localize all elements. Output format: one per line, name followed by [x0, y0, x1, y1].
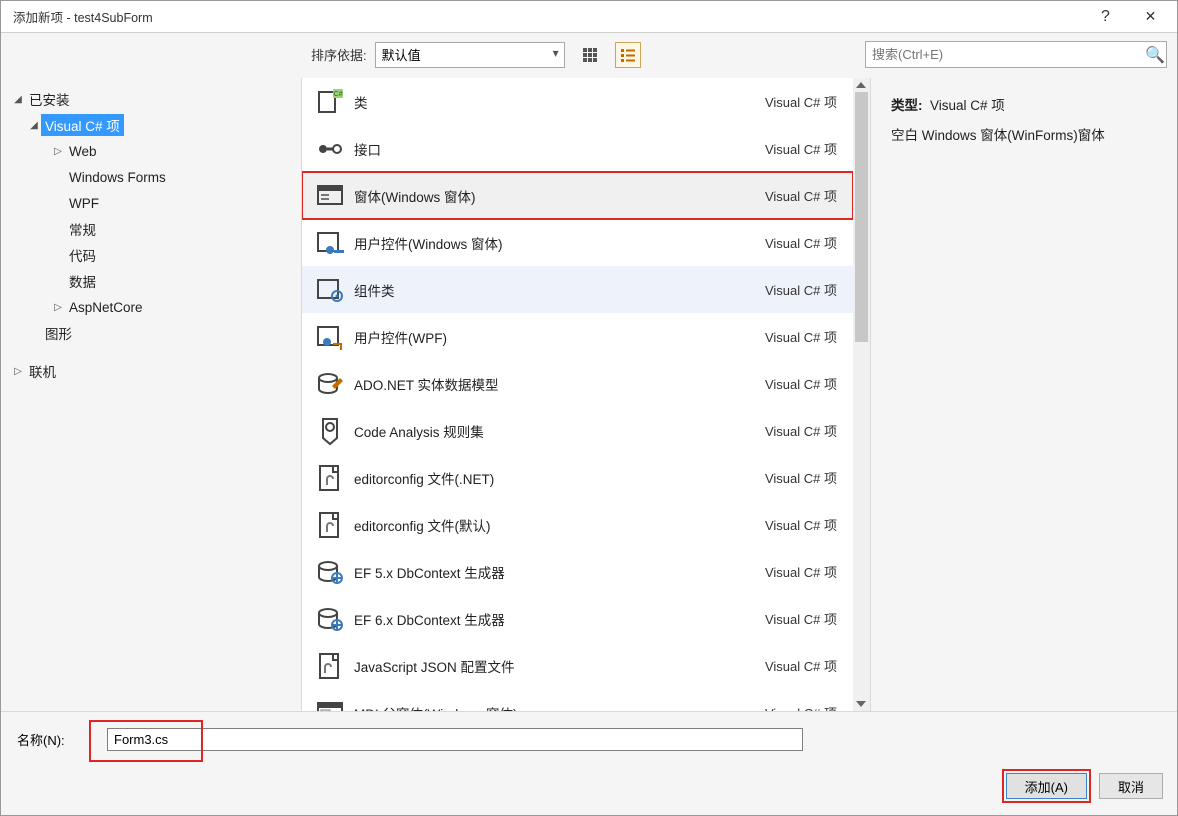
- category-tree[interactable]: ◢已安装 ◢Visual C# 项 ▷Web Windows Forms WPF…: [1, 78, 301, 711]
- sort-value[interactable]: 默认值: [375, 42, 565, 68]
- sort-select[interactable]: 默认值: [375, 42, 565, 68]
- item-icon: [306, 181, 354, 211]
- item-label: editorconfig 文件(.NET): [354, 468, 765, 488]
- template-list[interactable]: C#类Visual C# 项接口Visual C# 项窗体(Windows 窗体…: [302, 78, 853, 711]
- name-input[interactable]: [107, 728, 803, 751]
- bottom-bar: 名称(N): 添加(A) 取消: [1, 711, 1177, 815]
- info-description: 空白 Windows 窗体(WinForms)窗体: [891, 124, 1157, 144]
- item-icon: [306, 134, 354, 164]
- item-icon: [306, 275, 354, 305]
- item-tag: Visual C# 项: [765, 421, 837, 440]
- toolbar: 排序依据: 默认值 🔍: [1, 33, 1177, 78]
- item-label: JavaScript JSON 配置文件: [354, 656, 765, 676]
- add-button[interactable]: 添加(A): [1006, 773, 1087, 799]
- list-item[interactable]: editorconfig 文件(.NET)Visual C# 项: [302, 454, 853, 501]
- item-label: editorconfig 文件(默认): [354, 515, 765, 535]
- search-input[interactable]: [866, 45, 1144, 64]
- item-label: Code Analysis 规则集: [354, 421, 765, 441]
- tree-code[interactable]: 代码: [7, 242, 295, 268]
- list-item[interactable]: 窗体(Windows 窗体)Visual C# 项: [302, 172, 853, 219]
- item-icon: [306, 651, 354, 681]
- item-label: 用户控件(Windows 窗体): [354, 233, 765, 253]
- cancel-button[interactable]: 取消: [1099, 773, 1163, 799]
- item-label: EF 5.x DbContext 生成器: [354, 562, 765, 582]
- tree-web[interactable]: ▷Web: [7, 138, 295, 164]
- view-grid-button[interactable]: [577, 42, 603, 68]
- sort-label: 排序依据:: [311, 45, 367, 64]
- template-list-pane: C#类Visual C# 项接口Visual C# 项窗体(Windows 窗体…: [301, 78, 871, 711]
- list-icon: [621, 48, 635, 62]
- item-label: 组件类: [354, 280, 765, 300]
- item-icon: [306, 228, 354, 258]
- item-tag: Visual C# 项: [765, 233, 837, 252]
- item-label: EF 6.x DbContext 生成器: [354, 609, 765, 629]
- tree-installed[interactable]: ◢已安装: [7, 86, 295, 112]
- item-icon: [306, 698, 354, 712]
- dialog-window: 添加新项 - test4SubForm ? ✕ 排序依据: 默认值 🔍: [0, 0, 1178, 816]
- item-icon: [306, 557, 354, 587]
- view-list-button[interactable]: [615, 42, 641, 68]
- info-panel: 类型: Visual C# 项 空白 Windows 窗体(WinForms)窗…: [871, 78, 1177, 711]
- grid-icon: [583, 48, 597, 62]
- list-item[interactable]: ADO.NET 实体数据模型Visual C# 项: [302, 360, 853, 407]
- item-label: 用户控件(WPF): [354, 327, 765, 347]
- info-type-value: Visual C# 项: [930, 98, 1005, 113]
- item-label: ADO.NET 实体数据模型: [354, 374, 765, 394]
- search-icon[interactable]: 🔍: [1144, 45, 1166, 65]
- tree-general[interactable]: 常规: [7, 216, 295, 242]
- list-item[interactable]: 组件类Visual C# 项: [302, 266, 853, 313]
- tree-vcsharp[interactable]: ◢Visual C# 项: [7, 112, 295, 138]
- item-tag: Visual C# 项: [765, 656, 837, 675]
- item-tag: Visual C# 项: [765, 374, 837, 393]
- info-type-label: 类型:: [891, 98, 923, 113]
- close-button[interactable]: ✕: [1128, 1, 1173, 32]
- tree-graphics[interactable]: 图形: [7, 320, 295, 346]
- item-tag: Visual C# 项: [765, 609, 837, 628]
- help-button[interactable]: ?: [1083, 1, 1128, 32]
- list-item[interactable]: editorconfig 文件(默认)Visual C# 项: [302, 501, 853, 548]
- item-icon: [306, 604, 354, 634]
- list-item[interactable]: 用户控件(Windows 窗体)Visual C# 项: [302, 219, 853, 266]
- item-tag: Visual C# 项: [765, 562, 837, 581]
- item-tag: Visual C# 项: [765, 468, 837, 487]
- item-icon: C#: [306, 87, 354, 117]
- item-tag: Visual C# 项: [765, 186, 837, 205]
- item-icon: [306, 463, 354, 493]
- item-tag: Visual C# 项: [765, 703, 837, 711]
- scrollbar-thumb[interactable]: [855, 92, 868, 342]
- list-item[interactable]: MDI 父窗体(Windows 窗体)Visual C# 项: [302, 689, 853, 711]
- item-tag: Visual C# 项: [765, 280, 837, 299]
- search-box[interactable]: 🔍: [865, 41, 1167, 68]
- list-item[interactable]: 用户控件(WPF)Visual C# 项: [302, 313, 853, 360]
- scrollbar[interactable]: [853, 78, 870, 711]
- tree-aspnetcore[interactable]: ▷AspNetCore: [7, 294, 295, 320]
- item-tag: Visual C# 项: [765, 92, 837, 111]
- item-label: 接口: [354, 139, 765, 159]
- item-tag: Visual C# 项: [765, 139, 837, 158]
- name-label: 名称(N):: [17, 730, 107, 749]
- item-icon: [306, 322, 354, 352]
- item-label: 类: [354, 92, 765, 112]
- list-item[interactable]: Code Analysis 规则集Visual C# 项: [302, 407, 853, 454]
- tree-wpf[interactable]: WPF: [7, 190, 295, 216]
- item-label: 窗体(Windows 窗体): [354, 186, 765, 206]
- list-item[interactable]: EF 5.x DbContext 生成器Visual C# 项: [302, 548, 853, 595]
- list-item[interactable]: 接口Visual C# 项: [302, 125, 853, 172]
- item-icon: [306, 416, 354, 446]
- titlebar: 添加新项 - test4SubForm ? ✕: [1, 1, 1177, 33]
- item-tag: Visual C# 项: [765, 327, 837, 346]
- item-tag: Visual C# 项: [765, 515, 837, 534]
- list-item[interactable]: JavaScript JSON 配置文件Visual C# 项: [302, 642, 853, 689]
- tree-data[interactable]: 数据: [7, 268, 295, 294]
- tree-online[interactable]: ▷联机: [7, 358, 295, 384]
- list-item[interactable]: EF 6.x DbContext 生成器Visual C# 项: [302, 595, 853, 642]
- item-icon: [306, 369, 354, 399]
- svg-text:C#: C#: [334, 91, 343, 98]
- list-item[interactable]: C# 类Visual C# 项: [302, 78, 853, 125]
- main-area: ◢已安装 ◢Visual C# 项 ▷Web Windows Forms WPF…: [1, 78, 1177, 711]
- window-title: 添加新项 - test4SubForm: [13, 7, 1083, 26]
- tree-winforms[interactable]: Windows Forms: [7, 164, 295, 190]
- item-icon: [306, 510, 354, 540]
- item-label: MDI 父窗体(Windows 窗体): [354, 703, 765, 712]
